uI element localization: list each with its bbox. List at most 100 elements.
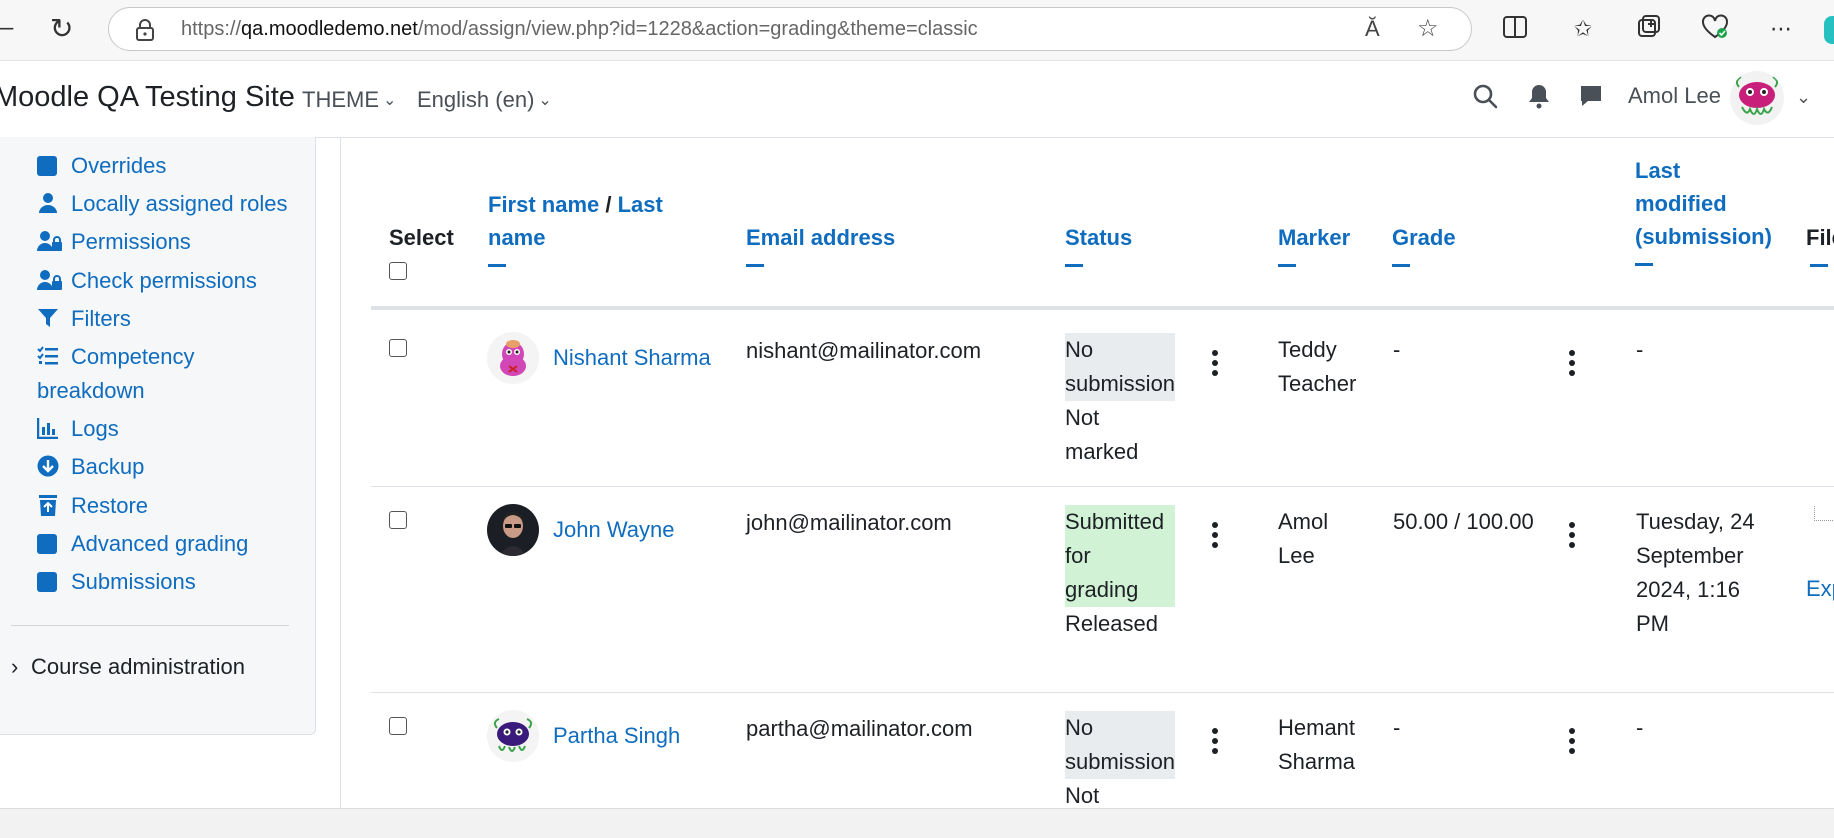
collapse-column-icon[interactable] (488, 264, 506, 267)
drawer-item-filters[interactable]: Filters (37, 306, 131, 332)
user-avatar[interactable] (1730, 71, 1784, 125)
status-badge-text: Submitted (1065, 509, 1165, 534)
url-text[interactable]: https://qa.moodledemo.net/mod/assign/vie… (181, 18, 978, 41)
collapse-column-icon[interactable] (1065, 264, 1083, 267)
marker-cell: Hemant Sharma (1278, 711, 1355, 779)
collapse-column-icon[interactable] (1392, 264, 1410, 267)
email-column-header[interactable]: Email address (746, 221, 895, 267)
drawer-item-competency-breakdown[interactable]: Competency (37, 344, 195, 370)
marker-header-label: Marker (1278, 225, 1351, 250)
user-name-link[interactable]: Nishant Sharma (553, 345, 711, 371)
status-actions-menu-icon[interactable] (1212, 350, 1218, 380)
marker-text: Amol (1278, 509, 1329, 534)
email-cell: john@mailinator.com (746, 510, 952, 535)
sort-first-name-link[interactable]: First name (488, 192, 599, 217)
theme-menu[interactable]: THEME ⌄ (302, 87, 396, 113)
marker-column-header[interactable]: Marker (1278, 221, 1350, 267)
trash-restore-icon (37, 494, 61, 516)
notifications-bell-icon[interactable] (1527, 83, 1551, 114)
select-header-label: Select (389, 225, 454, 250)
drawer-divider (11, 625, 289, 626)
collapse-column-icon[interactable] (746, 264, 764, 267)
user-avatar[interactable] (487, 710, 539, 762)
row-select-checkbox[interactable] (389, 339, 407, 357)
favorites-icon[interactable]: ✩ (1568, 14, 1598, 44)
drawer-item-submissions[interactable]: Submissions (37, 569, 196, 595)
refresh-icon[interactable]: ↻ (50, 12, 73, 45)
course-administration-toggle[interactable]: › Course administration (11, 654, 245, 680)
language-menu[interactable]: English (en) ⌄ (417, 87, 552, 113)
marker-cell: Teddy Teacher (1278, 333, 1356, 401)
read-aloud-icon[interactable]: Ă (1365, 16, 1380, 42)
grade-column-header[interactable]: Grade (1392, 221, 1456, 267)
grade-actions-menu-icon[interactable] (1569, 728, 1575, 758)
copilot-icon[interactable] (1824, 16, 1834, 44)
last-modified-header-label: Last (1635, 158, 1681, 183)
row-select-checkbox[interactable] (389, 717, 407, 735)
last-modified-cell: - (1636, 337, 1644, 362)
user-icon (37, 192, 61, 214)
last-modified-text: PM (1636, 611, 1669, 636)
export-link-partial[interactable]: Exp (1806, 576, 1834, 602)
status-extra-text: marked (1065, 439, 1139, 464)
drawer-item-overrides[interactable]: Overrides (37, 153, 166, 179)
grade-actions-menu-icon[interactable] (1569, 522, 1575, 552)
user-avatar[interactable] (487, 504, 539, 556)
status-actions-menu-icon[interactable] (1212, 522, 1218, 552)
drawer-item-locally-assigned-roles[interactable]: Locally assigned roles (37, 191, 287, 217)
row-select-checkbox[interactable] (389, 511, 407, 529)
address-bar[interactable]: https://qa.moodledemo.net/mod/assign/vie… (108, 7, 1472, 51)
collapse-column-icon[interactable] (1635, 263, 1653, 266)
email-cell: partha@mailinator.com (746, 716, 973, 741)
chevron-down-icon: ⌄ (538, 92, 552, 109)
drawer-item-permissions[interactable]: Permissions (37, 229, 191, 255)
split-screen-icon[interactable] (1500, 14, 1530, 44)
more-menu-icon[interactable]: ⋯ (1766, 14, 1796, 44)
user-name-link[interactable]: Partha Singh (553, 723, 680, 749)
messages-icon[interactable] (1578, 83, 1604, 114)
browser-toolbar: – ↻ https://qa.moodledemo.net/mod/assign… (0, 0, 1834, 61)
files-column-header-partial[interactable]: File (1806, 221, 1834, 267)
search-icon[interactable] (1472, 83, 1498, 114)
status-column-header[interactable]: Status (1065, 221, 1132, 267)
lock-icon[interactable] (135, 18, 155, 47)
header-separator: / (599, 192, 618, 217)
site-name[interactable]: Moodle QA Testing Site (0, 81, 295, 114)
favorite-star-icon[interactable]: ☆ (1417, 14, 1439, 43)
users-lock-icon (37, 269, 62, 291)
header-divider (371, 306, 1834, 310)
drawer-item-backup[interactable]: Backup (37, 454, 144, 480)
status-extra-text: Released (1065, 611, 1158, 636)
status-cell: No submission Not marked (1065, 333, 1175, 469)
email-cell: nishant@mailinator.com (746, 338, 982, 363)
back-icon[interactable]: – (0, 14, 13, 42)
last-modified-column-header[interactable]: Last modified (submission) (1635, 154, 1772, 266)
chevron-down-icon: ⌄ (383, 92, 397, 109)
browser-essentials-icon[interactable] (1700, 14, 1730, 44)
chevron-down-icon[interactable]: ⌄ (1796, 87, 1811, 108)
drawer-item-advanced-grading[interactable]: Advanced grading (37, 531, 248, 557)
sort-last-name-link[interactable]: Last (618, 192, 663, 217)
drawer-item-competency-breakdown-line2[interactable]: breakdown (37, 378, 145, 404)
user-name-link[interactable]: John Wayne (553, 517, 674, 543)
select-all-checkbox[interactable] (389, 262, 407, 280)
grade-actions-menu-icon[interactable] (1569, 350, 1575, 380)
last-modified-text: Tuesday, 24 (1636, 509, 1755, 534)
collapse-column-icon[interactable] (1278, 264, 1296, 267)
grade-header-label: Grade (1392, 225, 1456, 250)
user-avatar[interactable] (487, 332, 539, 384)
drawer-item-check-permissions[interactable]: Check permissions (37, 268, 257, 294)
status-cell: No submission Not (1065, 711, 1175, 813)
collections-icon[interactable] (1634, 14, 1664, 44)
course-administration-label: Course administration (31, 654, 245, 679)
sort-last-name-link-line2[interactable]: name (488, 225, 545, 250)
drawer-item-restore[interactable]: Restore (37, 493, 148, 519)
user-name[interactable]: Amol Lee (1628, 83, 1721, 109)
row-divider (371, 486, 1834, 487)
content-divider (340, 137, 341, 837)
drawer-item-label: Permissions (71, 229, 191, 254)
status-actions-menu-icon[interactable] (1212, 728, 1218, 758)
window-bottom-edge (0, 808, 1834, 838)
collapse-column-icon[interactable] (1810, 264, 1828, 267)
drawer-item-logs[interactable]: Logs (36, 416, 119, 442)
